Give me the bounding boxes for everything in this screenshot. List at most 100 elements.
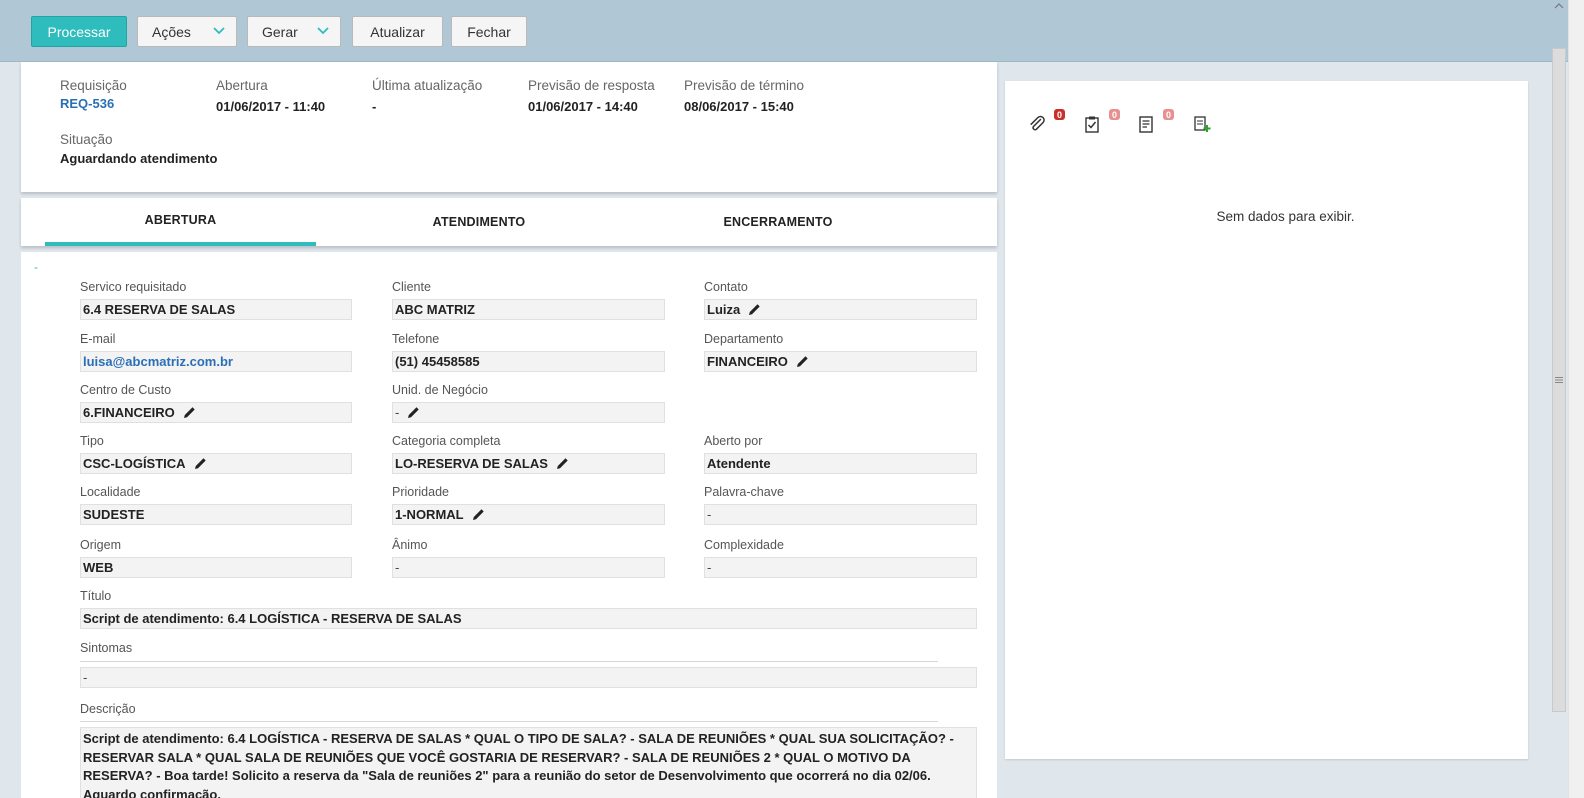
title-value: Script de atendimento: 6.4 LOGÍSTICA - R… — [80, 608, 977, 629]
request-number-link[interactable]: REQ-536 — [60, 96, 127, 111]
location-field: Localidade SUDESTE — [80, 485, 352, 525]
email-label: E-mail — [80, 332, 116, 346]
tab-encerramento[interactable]: ENCERRAMENTO — [643, 198, 913, 246]
priority-field: Prioridade 1-NORMAL — [392, 485, 665, 525]
phone-label: Telefone — [392, 332, 440, 346]
category-value: LO-RESERVA DE SALAS — [392, 453, 665, 474]
symptoms-field: Sintomas — [80, 641, 977, 657]
top-toolbar: Processar Ações Gerar Atualizar Fechar — [0, 0, 1568, 62]
origin-value: WEB — [80, 557, 352, 578]
scroll-up-arrow-icon[interactable] — [1554, 2, 1564, 10]
document-list-icon[interactable] — [1137, 115, 1155, 133]
description-divider — [80, 721, 938, 722]
client-field: Cliente ABC MATRIZ — [392, 280, 665, 320]
empty-state-message: Sem dados para exibir. — [1216, 209, 1355, 224]
paperclip-icon[interactable] — [1028, 115, 1046, 133]
symptoms-value-wrap: - — [80, 664, 977, 688]
opened-by-field: Aberto por Atendente — [704, 434, 977, 474]
client-label: Cliente — [392, 280, 431, 294]
add-document-icon[interactable] — [1193, 115, 1211, 133]
refresh-button-label: Atualizar — [370, 23, 425, 40]
attachments-count-badge: 0 — [1054, 109, 1065, 120]
actions-dropdown[interactable]: Ações — [137, 16, 237, 47]
department-label: Departamento — [704, 332, 784, 346]
keyword-label: Palavra-chave — [704, 485, 784, 499]
generate-dropdown-label: Gerar — [262, 23, 298, 40]
actions-dropdown-label: Ações — [152, 23, 191, 40]
pencil-edit-icon[interactable] — [796, 355, 809, 368]
summary-opening: Abertura 01/06/2017 - 11:40 — [216, 78, 325, 114]
summary-response-forecast: Previsão de resposta 01/06/2017 - 14:40 — [528, 78, 655, 114]
close-button-label: Fechar — [467, 23, 511, 40]
symptoms-value: - — [80, 667, 977, 688]
process-button[interactable]: Processar — [31, 16, 127, 47]
pencil-edit-icon[interactable] — [407, 406, 420, 419]
type-label: Tipo — [80, 434, 104, 448]
opened-by-label: Aberto por — [704, 434, 763, 448]
department-value: FINANCEIRO — [704, 351, 977, 372]
cost-center-value: 6.FINANCEIRO — [80, 402, 352, 423]
chevron-down-icon — [213, 27, 225, 35]
phone-value: (51) 45458585 — [392, 351, 665, 372]
pencil-edit-icon[interactable] — [472, 508, 485, 521]
mood-label: Ânimo — [392, 538, 428, 552]
business-unit-label: Unid. de Negócio — [392, 383, 488, 397]
cost-center-field: Centro de Custo 6.FINANCEIRO — [80, 383, 352, 423]
clipboard-check-icon[interactable] — [1083, 115, 1101, 133]
type-field: Tipo CSC-LOGÍSTICA — [80, 434, 352, 474]
location-label: Localidade — [80, 485, 141, 499]
request-summary-card: Requisição REQ-536 Abertura 01/06/2017 -… — [21, 62, 997, 192]
summary-last-update: Última atualização - — [372, 78, 482, 114]
priority-value: 1-NORMAL — [392, 504, 665, 525]
end-forecast-label: Previsão de término — [684, 78, 805, 93]
scroll-grip-icon — [1555, 377, 1563, 383]
close-button[interactable]: Fechar — [451, 16, 527, 47]
email-link[interactable]: luisa@abcmatriz.com.br — [80, 351, 352, 372]
tasks-count-badge: 0 — [1109, 109, 1120, 120]
category-label: Categoria completa — [392, 434, 501, 448]
notes-count-badge: 0 — [1163, 109, 1174, 120]
origin-label: Origem — [80, 538, 121, 552]
description-label: Descrição — [80, 702, 136, 716]
tab-atendimento[interactable]: ATENDIMENTO — [345, 198, 613, 246]
process-button-label: Processar — [47, 23, 111, 40]
tab-abertura[interactable]: ABERTURA — [45, 198, 316, 246]
description-field: Descrição — [80, 702, 977, 718]
pencil-edit-icon[interactable] — [183, 406, 196, 419]
origin-field: Origem WEB — [80, 538, 352, 578]
priority-label: Prioridade — [392, 485, 449, 499]
opening-value: 01/06/2017 - 11:40 — [216, 99, 326, 114]
collapse-toggle[interactable]: - — [34, 260, 38, 274]
department-field: Departamento FINANCEIRO — [704, 332, 977, 372]
email-field: E-mail luisa@abcmatriz.com.br — [80, 332, 352, 372]
complexity-value: - — [704, 557, 977, 578]
phone-field: Telefone (51) 45458585 — [392, 332, 665, 372]
generate-dropdown[interactable]: Gerar — [247, 16, 341, 47]
service-label: Servico requisitado — [80, 280, 187, 294]
type-value: CSC-LOGÍSTICA — [80, 453, 352, 474]
pencil-edit-icon[interactable] — [748, 303, 761, 316]
pencil-edit-icon[interactable] — [556, 457, 569, 470]
description-value: Script de atendimento: 6.4 LOGÍSTICA - R… — [80, 727, 977, 798]
summary-end-forecast: Previsão de término 08/06/2017 - 15:40 — [684, 78, 804, 114]
refresh-button[interactable]: Atualizar — [352, 16, 443, 47]
chevron-down-icon — [317, 27, 329, 35]
last-update-value: - — [372, 99, 377, 114]
service-field: Servico requisitado 6.4 RESERVA DE SALAS — [80, 280, 352, 320]
opening-label: Abertura — [216, 78, 268, 93]
contact-field: Contato Luiza — [704, 280, 977, 320]
attachments-panel: 0 0 0 Sem dados para exibir. — [1005, 81, 1528, 759]
client-value: ABC MATRIZ — [392, 299, 665, 320]
service-value: 6.4 RESERVA DE SALAS — [80, 299, 352, 320]
request-label: Requisição — [60, 78, 127, 93]
status-label: Situação — [60, 132, 113, 147]
mood-value: - — [392, 557, 665, 578]
mood-field: Ânimo - — [392, 538, 665, 578]
page-scrollbar[interactable] — [1568, 0, 1584, 798]
symptoms-label: Sintomas — [80, 641, 133, 655]
last-update-label: Última atualização — [372, 78, 483, 93]
keyword-field: Palavra-chave - — [704, 485, 977, 525]
summary-request: Requisição REQ-536 — [60, 78, 127, 111]
location-value: SUDESTE — [80, 504, 352, 525]
pencil-edit-icon[interactable] — [194, 457, 207, 470]
